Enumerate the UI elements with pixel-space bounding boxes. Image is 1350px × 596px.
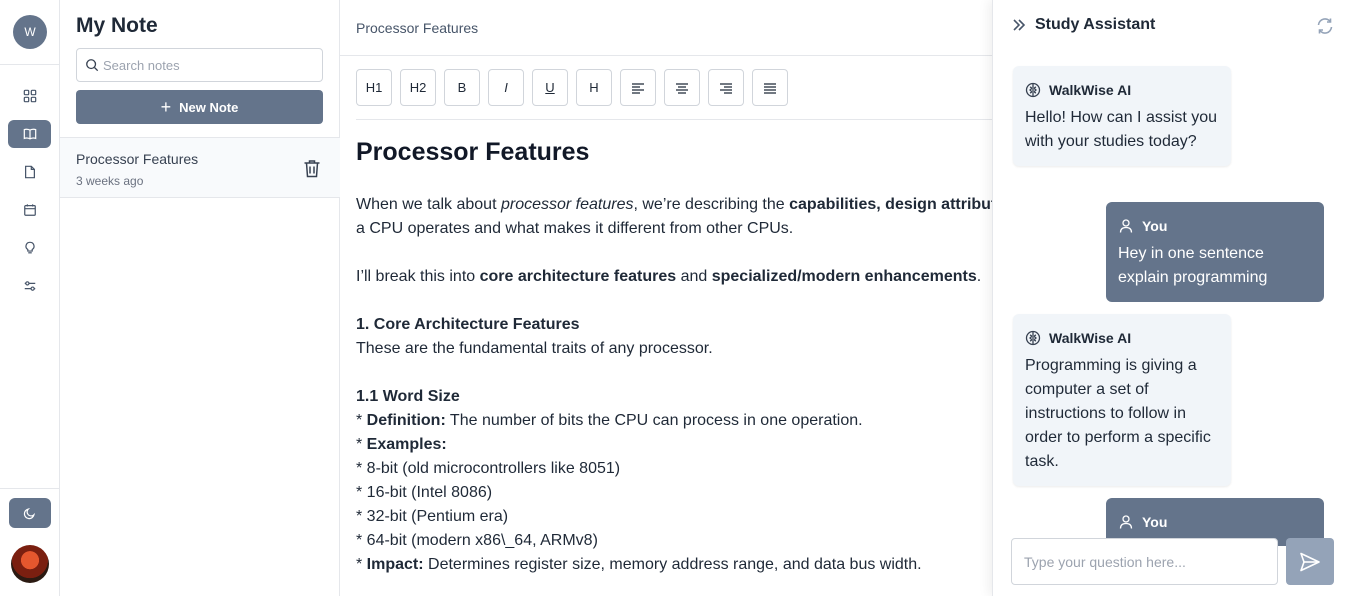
notes-nav-button[interactable] [8,120,51,148]
question-input[interactable] [1011,538,1278,585]
justify-button[interactable] [752,69,788,106]
collapse-chevrons-icon[interactable] [1011,17,1027,33]
heading1-button[interactable]: H1 [356,69,392,106]
search-icon [86,59,99,72]
subsection-heading: 1.1 Word Size [356,388,460,405]
note-list-item[interactable]: Processor Features 3 weeks ago [60,138,340,198]
send-button[interactable] [1286,538,1334,585]
lightbulb-icon [24,241,35,254]
settings-sliders-icon [24,281,35,291]
message-text: Programming is giving a computer a set o… [1025,357,1211,470]
file-icon [24,165,35,179]
document-body[interactable]: When we talk about processor features, w… [356,193,992,577]
user-icon [1119,219,1133,233]
message-sender: You [1118,510,1312,534]
left-rail: W [0,0,60,596]
dashboard-icon [23,89,36,103]
align-center-button[interactable] [664,69,700,106]
bold-button[interactable]: B [444,69,480,106]
chat-input-row [1011,538,1350,586]
heading2-button[interactable]: H2 [400,69,436,106]
underline-button[interactable]: U [532,69,568,106]
justify-icon [764,82,776,94]
theme-toggle-button[interactable] [9,498,51,528]
format-toolbar: H1 H2 B I U H [356,69,788,106]
ai-message: WalkWise AI Hello! How can I assist you … [1013,66,1231,166]
align-right-button[interactable] [708,69,744,106]
highlight-button[interactable]: H [576,69,612,106]
message-sender: WalkWise AI [1025,78,1219,102]
trash-icon[interactable] [303,159,321,178]
search-box[interactable] [76,48,323,82]
assistant-header: Study Assistant [1011,16,1155,34]
message-sender: WalkWise AI [1025,326,1219,350]
message-sender: You [1118,214,1312,238]
ai-message: WalkWise AI Programming is giving a comp… [1013,314,1231,486]
profile-avatar[interactable] [11,545,49,583]
bullet-line: * 32-bit (Pentium era) [356,508,509,525]
note-date: 3 weeks ago [76,174,144,188]
note-title: Processor Features [76,151,199,167]
section-heading: 1. Core Architecture Features [356,316,580,333]
bullet-line: * 16-bit (Intel 8086) [356,484,493,501]
documents-nav-button[interactable] [8,158,51,186]
rail-divider [0,64,60,65]
study-assistant-panel: Study Assistant WalkWise AI Hello! How c… [992,0,1350,596]
document-title[interactable]: Processor Features [356,138,589,167]
new-note-button[interactable]: + New Note [76,90,323,124]
paragraph-line: These are the fundamental traits of any … [356,340,713,357]
paragraph-line: When we talk about processor features, w… [356,196,992,213]
brain-icon [1025,82,1041,98]
italic-button[interactable]: I [488,69,524,106]
message-text: Hey in one sentence explain programming [1118,245,1268,286]
bullet-line: * Impact: Determines register size, memo… [356,556,922,573]
new-note-label: New Note [179,99,239,115]
note-editor: Processor Features H1 H2 B I U H Process… [340,0,992,596]
align-center-icon [676,82,688,94]
ideas-nav-button[interactable] [8,234,51,262]
paragraph-line: I’ll break this into core architecture f… [356,268,982,285]
calendar-nav-button[interactable] [8,196,51,224]
rail-divider [0,488,60,489]
user-message: You Hey in one sentence explain programm… [1106,202,1324,302]
settings-nav-button[interactable] [8,272,51,300]
editor-divider [340,55,992,56]
notes-panel: My Note + New Note Processor Features 3 … [60,0,340,596]
align-right-icon [720,82,732,94]
paragraph-line: a CPU operates and what makes it differe… [356,220,794,237]
bullet-line: * Definition: The number of bits the CPU… [356,412,863,429]
bullet-line: * 8-bit (old microcontrollers like 8051) [356,460,621,477]
assistant-title: Study Assistant [1035,16,1156,33]
refresh-icon[interactable] [1315,16,1335,36]
user-avatar[interactable]: W [13,15,47,49]
toolbar-divider [356,119,992,120]
notes-panel-title: My Note [76,14,158,37]
align-left-button[interactable] [620,69,656,106]
send-icon [1300,552,1320,571]
moon-icon [23,508,35,520]
bullet-line: * Examples: [356,436,447,453]
user-icon [1119,515,1133,529]
dashboard-nav-button[interactable] [8,82,51,110]
align-left-icon [632,82,644,94]
book-icon [23,128,36,140]
plus-icon: + [160,97,172,117]
bullet-line: * 64-bit (modern x86\_64, ARMv8) [356,532,598,549]
brain-icon [1025,330,1041,346]
chat-messages[interactable]: WalkWise AI Hello! How can I assist you … [993,56,1350,546]
message-text: Hello! How can I assist you with your st… [1025,109,1218,150]
search-input[interactable] [103,57,313,73]
breadcrumb: Processor Features [356,20,479,36]
calendar-icon [23,204,36,216]
